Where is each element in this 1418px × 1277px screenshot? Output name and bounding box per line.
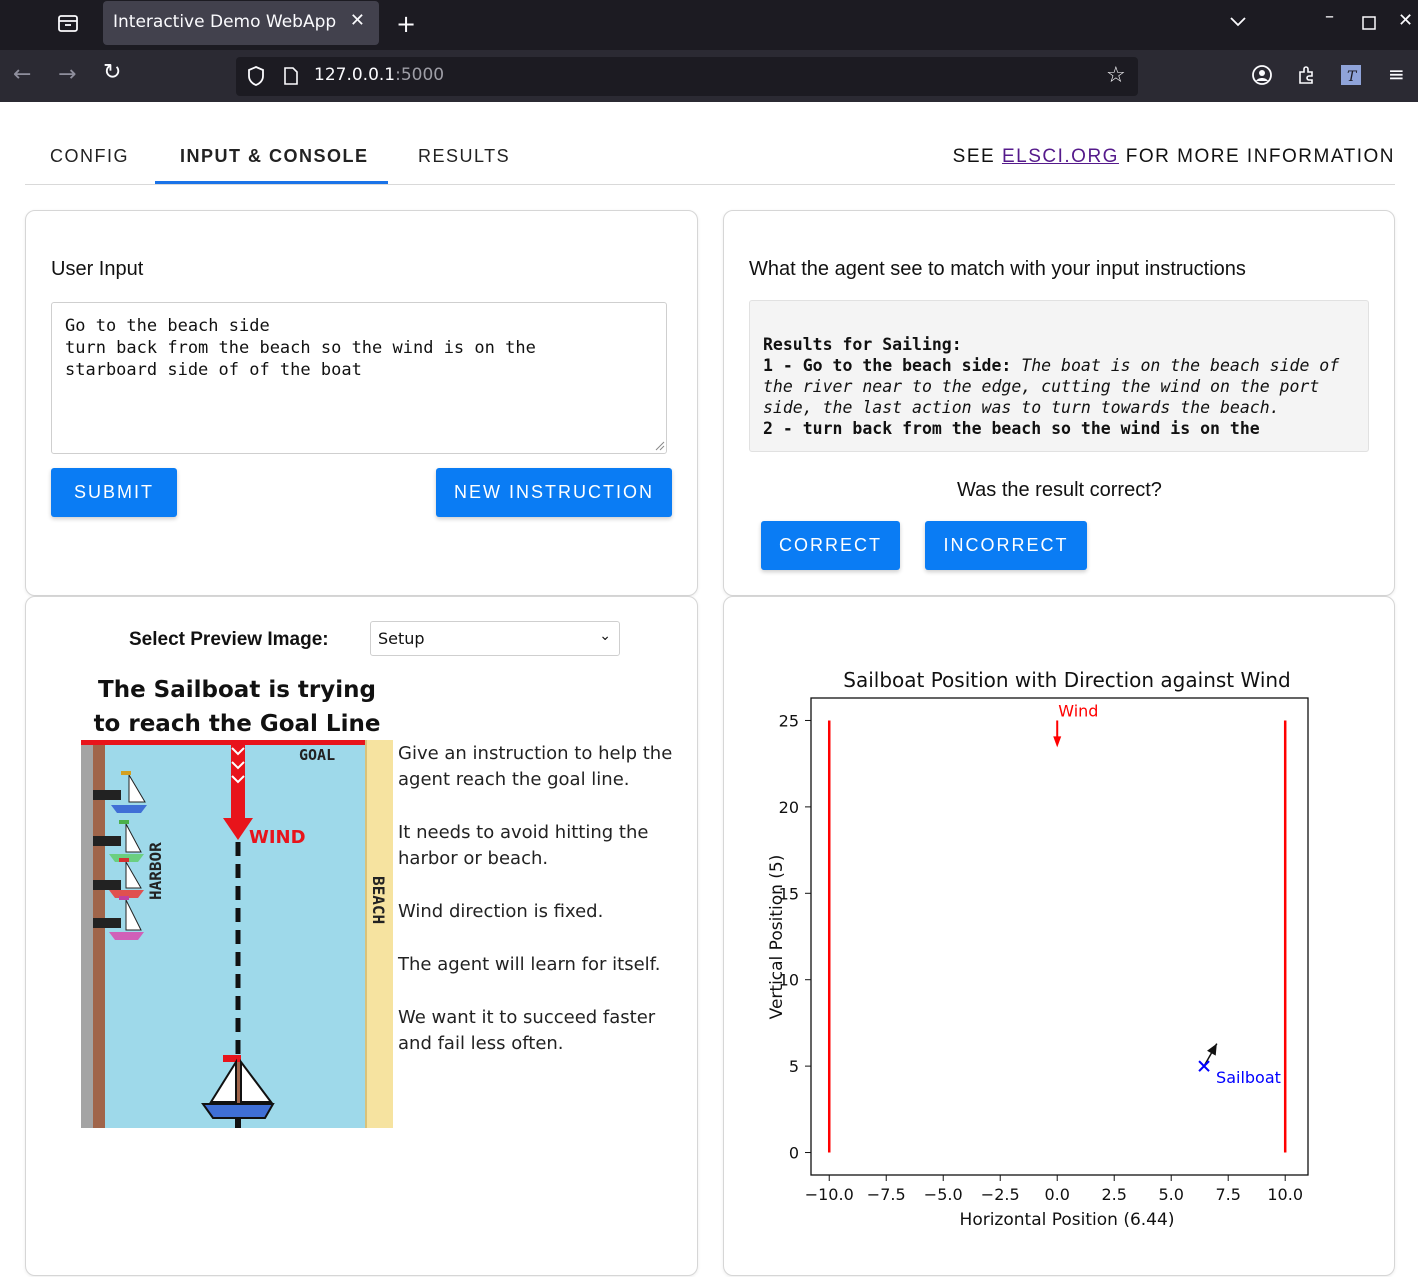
tab-overview-icon[interactable]	[57, 12, 79, 39]
browser-tab-title: Interactive Demo WebApp	[113, 12, 337, 32]
user-input-label: User Input	[51, 258, 144, 280]
browser-titlebar: Interactive Demo WebApp ✕ + – ✕	[0, 0, 1418, 50]
close-tab-icon[interactable]: ✕	[350, 10, 365, 31]
url-bar[interactable]: 127.0.0.1:5000 ☆	[236, 57, 1138, 96]
account-icon[interactable]	[1251, 64, 1273, 90]
description-line-2: It needs to avoid hitting the harbor or …	[398, 822, 649, 869]
reload-icon[interactable]: ↻	[103, 60, 121, 85]
sailboat-setup-illustration: GOAL HARBOR BEACH WIND	[81, 740, 393, 1128]
x-tick-label: −5.0	[924, 1185, 963, 1204]
bookmark-star-icon[interactable]: ☆	[1106, 63, 1126, 88]
minimize-icon[interactable]: –	[1325, 6, 1334, 27]
submit-button[interactable]: SUBMIT	[51, 468, 177, 517]
elsci-link[interactable]: ELSCI.ORG	[1002, 146, 1119, 167]
wind-chart-label: Wind	[1058, 701, 1098, 720]
close-window-icon[interactable]: ✕	[1398, 10, 1413, 31]
description-line-5: We want it to succeed faster and fail le…	[398, 1007, 656, 1054]
back-icon[interactable]: ←	[13, 62, 31, 87]
chart-title: Sailboat Position with Direction against…	[843, 668, 1291, 692]
y-axis-label: Vertical Position (5)	[767, 855, 787, 1020]
plot-area	[810, 697, 1309, 1176]
preview-card: Select Preview Image: Setup ⌄ The Sailbo…	[25, 596, 698, 1276]
url-text[interactable]: 127.0.0.1:5000	[314, 65, 444, 85]
description-line-3: Wind direction is fixed.	[398, 901, 604, 922]
chevron-down-icon: ⌄	[599, 628, 611, 644]
tab-results[interactable]: RESULTS	[418, 146, 510, 167]
chart-card: Sailboat Position with Direction against…	[723, 596, 1395, 1276]
app-page: CONFIG INPUT & CONSOLE RESULTS SEE ELSCI…	[0, 102, 1418, 1276]
extension-t-icon[interactable]: T	[1341, 65, 1361, 89]
tab-list-chevron-icon[interactable]	[1229, 12, 1247, 34]
shield-icon[interactable]	[246, 65, 266, 91]
incorrect-button[interactable]: INCORRECT	[925, 521, 1087, 570]
x-axis-label: Horizontal Position (6.44)	[960, 1210, 1175, 1230]
result-item-2-title: 2 - turn back from the beach so the wind…	[763, 419, 1260, 438]
preview-description: Give an instruction to help the agent re…	[398, 741, 683, 1084]
correct-button[interactable]: CORRECT	[761, 521, 900, 570]
preview-image-select[interactable]: Setup ⌄	[370, 621, 620, 656]
browser-navbar: ← → ↻ 127.0.0.1:5000 ☆ T ≡	[0, 50, 1418, 102]
textarea-resize-handle-icon[interactable]	[655, 441, 665, 451]
y-tick-label: 5	[789, 1057, 799, 1076]
results-heading: Results for Sailing:	[763, 335, 962, 354]
result-question: Was the result correct?	[957, 479, 1162, 501]
header-info: SEE ELSCI.ORG FOR MORE INFORMATION	[952, 146, 1395, 167]
x-tick-label: 2.5	[1101, 1185, 1126, 1204]
preview-image-title: The Sailboat is trying to reach the Goal…	[93, 677, 381, 737]
results-box[interactable]: Results for Sailing: 1 - Go to the beach…	[749, 300, 1369, 452]
user-input-textarea[interactable]: Go to the beach side turn back from the …	[51, 302, 667, 454]
description-line-1: Give an instruction to help the agent re…	[398, 743, 673, 790]
description-line-4: The agent will learn for itself.	[398, 954, 661, 975]
menu-icon[interactable]: ≡	[1388, 62, 1405, 86]
x-tick-label: −10.0	[805, 1185, 854, 1204]
preview-select-label: Select Preview Image:	[129, 629, 329, 650]
sailboat-chart-label: Sailboat	[1216, 1068, 1281, 1087]
result-item-1-title: 1 - Go to the beach side:	[763, 356, 1012, 375]
y-tick-label: 0	[789, 1144, 799, 1163]
agent-view-card: What the agent see to match with your in…	[723, 210, 1395, 596]
harbor-label: HARBOR	[146, 842, 165, 900]
beach-label: BEACH	[369, 876, 388, 924]
app-tab-bar: CONFIG INPUT & CONSOLE RESULTS SEE ELSCI…	[25, 102, 1395, 185]
agent-view-label: What the agent see to match with your in…	[749, 258, 1246, 280]
extensions-icon[interactable]	[1296, 64, 1318, 90]
new-instruction-button[interactable]: NEW INSTRUCTION	[436, 468, 672, 517]
x-tick-label: 5.0	[1158, 1185, 1183, 1204]
browser-tab[interactable]: Interactive Demo WebApp ✕	[103, 1, 379, 45]
forward-icon[interactable]: →	[58, 62, 76, 87]
x-tick-label: −7.5	[867, 1185, 906, 1204]
page-icon	[282, 66, 300, 90]
y-tick-label: 25	[779, 711, 799, 730]
active-tab-indicator	[155, 181, 388, 184]
maximize-icon[interactable]	[1362, 15, 1376, 34]
x-tick-label: −2.5	[981, 1185, 1020, 1204]
y-tick-label: 20	[779, 798, 799, 817]
preview-select-value: Setup	[378, 629, 425, 648]
tab-input-console[interactable]: INPUT & CONSOLE	[180, 146, 369, 167]
x-tick-label: 0.0	[1044, 1185, 1069, 1204]
tab-config[interactable]: CONFIG	[50, 146, 129, 167]
sailboat-position-chart: Sailboat Position with Direction against…	[767, 668, 1309, 1230]
goal-label: GOAL	[299, 746, 335, 764]
new-tab-icon[interactable]: +	[396, 10, 416, 38]
wind-label: WIND	[249, 827, 306, 848]
user-input-card: User Input Go to the beach side turn bac…	[25, 210, 698, 596]
x-tick-label: 10.0	[1267, 1185, 1303, 1204]
x-tick-label: 7.5	[1215, 1185, 1240, 1204]
